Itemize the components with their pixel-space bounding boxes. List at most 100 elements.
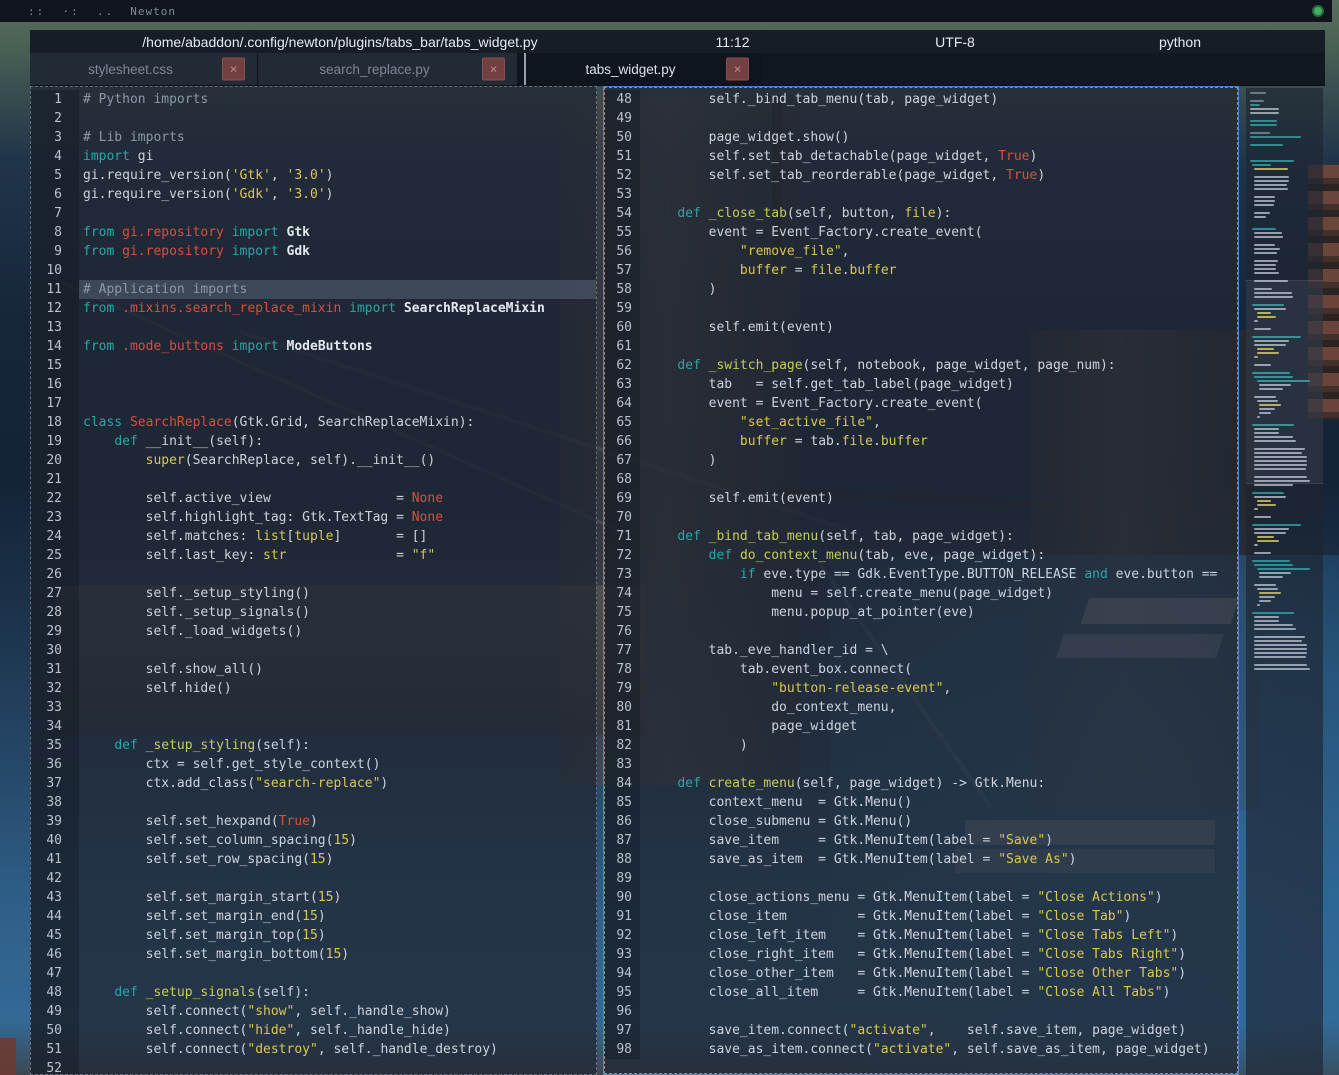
- code-text: tab = self.get_tab_label(page_widget): [640, 375, 1238, 394]
- code-line: 33: [31, 698, 596, 717]
- line-number: 30: [31, 641, 79, 660]
- panel-status-button[interactable]: [1312, 5, 1324, 17]
- minimap[interactable]: [1246, 88, 1323, 1075]
- minimap-line: [1254, 668, 1309, 670]
- minimap-line: [1254, 184, 1287, 186]
- code-text: self.set_hexpand(True): [79, 812, 596, 831]
- minimap-line: [1254, 532, 1286, 534]
- minimap-line: [1254, 176, 1288, 178]
- code-line: 12from .mixins.search_replace_mixin impo…: [31, 299, 596, 318]
- tab-label: tabs_widget.py: [585, 62, 675, 77]
- line-number: 68: [604, 470, 640, 489]
- minimap-line: [1259, 576, 1283, 578]
- code-line: 2: [31, 109, 596, 128]
- minimap-line: [1250, 108, 1279, 110]
- minimap-line: [1250, 132, 1270, 134]
- minimap-line: [1254, 508, 1258, 510]
- minimap-line: [1254, 232, 1282, 234]
- line-number: 46: [31, 945, 79, 964]
- line-number: 48: [31, 983, 79, 1002]
- editor-pane-right[interactable]: 48 self._bind_tab_menu(tab, page_widget)…: [603, 86, 1239, 1075]
- code-text: page_widget.show(): [640, 128, 1238, 147]
- code-text: [640, 337, 1238, 356]
- code-text: def __init__(self):: [79, 432, 596, 451]
- tab-tabs_widget.py[interactable]: tabs_widget.py ×: [524, 53, 762, 85]
- line-number: 57: [604, 261, 640, 280]
- minimap-line: [1250, 112, 1279, 114]
- code-line: 81 page_widget: [604, 717, 1238, 736]
- code-line: 35 def _setup_styling(self):: [31, 736, 596, 755]
- code-text: page_widget: [640, 717, 1238, 736]
- code-line: 75 menu.popup_at_pointer(eve): [604, 603, 1238, 622]
- minimap-viewport[interactable]: [1246, 280, 1323, 484]
- code-text: event = Event_Factory.create_event(: [640, 394, 1238, 413]
- minimap-line: [1252, 164, 1271, 166]
- code-text: self.active_view = None: [79, 489, 596, 508]
- minimap-line: [1254, 496, 1286, 498]
- code-text: "set_active_file",: [640, 413, 1238, 432]
- line-number: 69: [604, 489, 640, 508]
- code-line: 50 self.connect("hide", self._handle_hid…: [31, 1021, 596, 1040]
- code-line: 21: [31, 470, 596, 489]
- editor-pane-left[interactable]: 1# Python imports23# Lib imports4import …: [30, 86, 597, 1075]
- code-view-right[interactable]: 48 self._bind_tab_menu(tab, page_widget)…: [604, 87, 1238, 1074]
- code-line: 6gi.require_version('Gdk', '3.0'): [31, 185, 596, 204]
- tab-close-button[interactable]: ×: [222, 58, 245, 81]
- code-view-left[interactable]: 1# Python imports23# Lib imports4import …: [31, 87, 596, 1074]
- code-text: [79, 109, 596, 128]
- line-number: 91: [604, 907, 640, 926]
- line-number: 86: [604, 812, 640, 831]
- code-line: 97 save_item.connect("activate", self.sa…: [604, 1021, 1238, 1040]
- line-number: 35: [31, 736, 79, 755]
- code-text: tab._eve_handler_id = \: [640, 641, 1238, 660]
- code-text: if eve.type == Gdk.EventType.BUTTON_RELE…: [640, 565, 1238, 584]
- code-line: 89: [604, 869, 1238, 888]
- code-text: [640, 622, 1238, 641]
- code-text: def _bind_tab_menu(self, tab, page_widge…: [640, 527, 1238, 546]
- code-line: 66 buffer = tab.file.buffer: [604, 432, 1238, 451]
- code-line: 22 self.active_view = None: [31, 489, 596, 508]
- code-text: gi.require_version('Gtk', '3.0'): [79, 166, 596, 185]
- code-line: 93 close_right_item = Gtk.MenuItem(label…: [604, 945, 1238, 964]
- tab-close-button[interactable]: ×: [726, 58, 749, 81]
- code-text: close_submenu = Gtk.Menu(): [640, 812, 1238, 831]
- line-number: 28: [31, 603, 79, 622]
- code-line: 58 ): [604, 280, 1238, 299]
- encoding-label[interactable]: UTF-8: [815, 34, 1095, 50]
- line-number: 41: [31, 850, 79, 869]
- code-line: 10: [31, 261, 596, 280]
- line-number: 74: [604, 584, 640, 603]
- line-number: 49: [604, 109, 640, 128]
- code-text: [640, 470, 1238, 489]
- tab-label: search_replace.py: [319, 62, 429, 77]
- tab-search_replace.py[interactable]: search_replace.py ×: [258, 53, 518, 85]
- code-text: [79, 356, 596, 375]
- line-number: 66: [604, 432, 640, 451]
- code-line: 44 self.set_margin_end(15): [31, 907, 596, 926]
- code-line: 91 close_item = Gtk.MenuItem(label = "Cl…: [604, 907, 1238, 926]
- line-number: 92: [604, 926, 640, 945]
- tab-close-button[interactable]: ×: [482, 58, 505, 81]
- line-number: 75: [604, 603, 640, 622]
- minimap-line: [1254, 640, 1301, 642]
- code-text: from .mixins.search_replace_mixin import…: [79, 299, 596, 318]
- minimap-line: [1257, 504, 1276, 506]
- code-text: def _setup_signals(self):: [79, 983, 596, 1002]
- line-number: 25: [31, 546, 79, 565]
- line-number: 5: [31, 166, 79, 185]
- tab-stylesheet.css[interactable]: stylesheet.css×: [30, 53, 258, 85]
- minimap-line: [1254, 204, 1273, 206]
- code-line: 53: [604, 185, 1238, 204]
- minimap-line: [1254, 216, 1266, 218]
- minimap-line: [1254, 636, 1305, 638]
- minimap-line: [1257, 604, 1261, 606]
- code-line: 47: [31, 964, 596, 983]
- line-number: 7: [31, 204, 79, 223]
- desktop-panel: :: ·: .. Newton: [0, 0, 1332, 22]
- language-label[interactable]: python: [1095, 34, 1265, 50]
- code-line: 79 "button-release-event",: [604, 679, 1238, 698]
- code-line: 68: [604, 470, 1238, 489]
- code-text: def do_context_menu(tab, eve, page_widge…: [640, 546, 1238, 565]
- workspace-indicators[interactable]: :: ·: ..: [28, 5, 114, 18]
- minimap-line: [1254, 656, 1305, 658]
